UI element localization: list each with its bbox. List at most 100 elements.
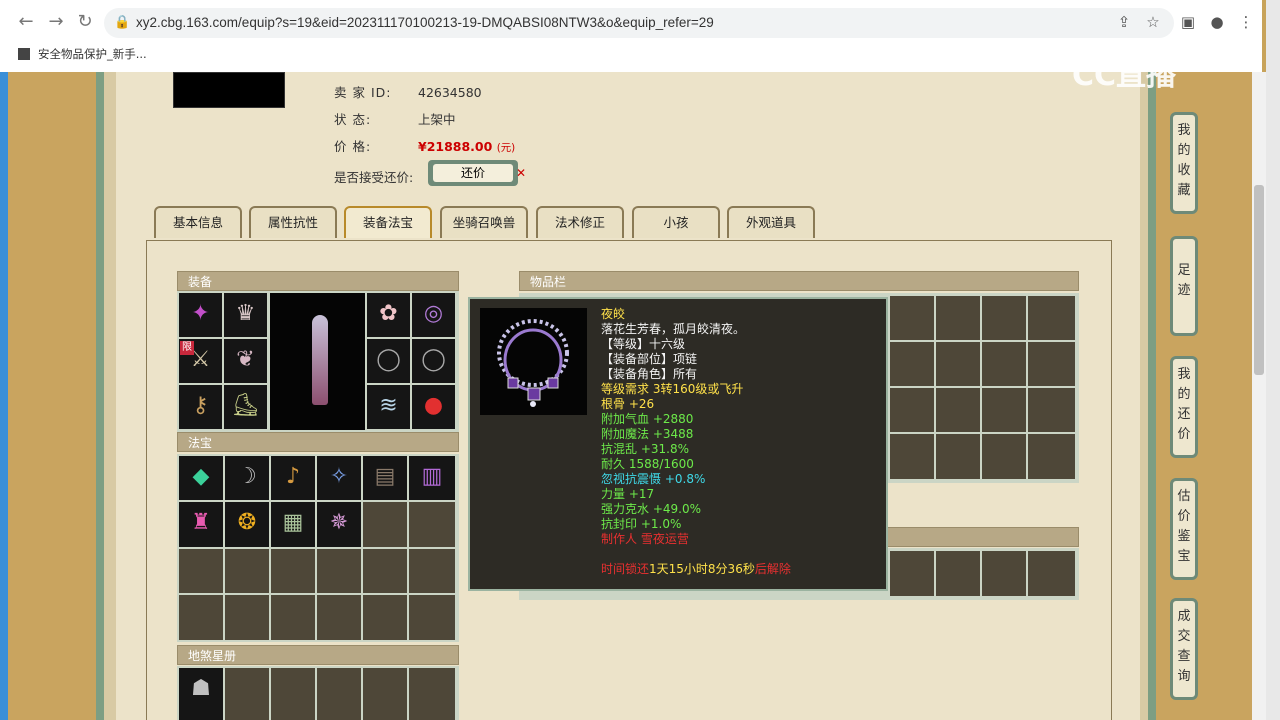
star-book-slot-empty[interactable]: [409, 668, 455, 720]
scrollbar[interactable]: [1252, 72, 1266, 720]
sidebar-label: 成交查询: [1177, 609, 1191, 684]
inventory-slot[interactable]: [936, 296, 980, 340]
status-label: 状 态:: [334, 112, 372, 127]
equip-slot-helmet[interactable]: ✦: [179, 293, 222, 337]
item-desc: 落花生芳春，孤月皎清夜。: [601, 322, 746, 336]
tab-appearance[interactable]: 外观道具: [727, 206, 815, 238]
fabao-slot-empty[interactable]: [317, 549, 361, 593]
fabao-slot-empty[interactable]: [179, 595, 223, 640]
star-book-slot-empty[interactable]: [317, 668, 361, 720]
inventory-slot[interactable]: [1028, 551, 1075, 596]
fabao-slot-7[interactable]: ♜: [179, 502, 223, 547]
fabao-header: 法宝: [177, 432, 459, 452]
equip-slot-necklace[interactable]: ◎: [412, 293, 455, 337]
star-book-slot-1[interactable]: ☗: [179, 668, 223, 720]
fabao-slot-4[interactable]: ✧: [317, 456, 361, 500]
inventory-slot[interactable]: [982, 551, 1026, 596]
scrollbar-thumb[interactable]: [1254, 185, 1264, 375]
inventory-slot[interactable]: [1028, 434, 1075, 479]
star-book-slot-empty[interactable]: [271, 668, 315, 720]
address-bar[interactable]: 🔒 xy2.cbg.163.com/equip?s=19&eid=2023111…: [104, 8, 1174, 38]
fabao-slot-empty[interactable]: [409, 502, 455, 547]
item-maker: 制作人 雪夜运营: [601, 532, 689, 546]
tab-child[interactable]: 小孩: [632, 206, 720, 238]
fabao-slot-empty[interactable]: [363, 595, 407, 640]
star-book-slot-empty[interactable]: [225, 668, 269, 720]
inventory-slot[interactable]: [982, 434, 1026, 479]
inventory-slot[interactable]: [890, 296, 934, 340]
tab-equipment[interactable]: 装备法宝: [344, 206, 432, 238]
profile-icon[interactable]: ●: [1207, 12, 1227, 32]
share-icon[interactable]: ⇪: [1114, 12, 1134, 32]
tab-basic-info[interactable]: 基本信息: [154, 206, 242, 238]
fabao-slot-empty[interactable]: [317, 595, 361, 640]
fabao-slot-empty[interactable]: [225, 549, 269, 593]
equip-slot-hat[interactable]: ♛: [224, 293, 267, 337]
star-book-header: 地煞星册: [177, 645, 459, 665]
back-icon[interactable]: ←: [16, 12, 36, 32]
inventory-slot[interactable]: [1028, 296, 1075, 340]
equip-slot-boots[interactable]: ⛸: [224, 385, 267, 429]
fabao-slot-5[interactable]: ▤: [363, 456, 407, 500]
fabao-slot-empty[interactable]: [179, 549, 223, 593]
equip-slot-orb[interactable]: ●: [412, 385, 455, 429]
time-prefix: 时间锁还: [601, 562, 650, 576]
fabao-slot-empty[interactable]: [409, 595, 455, 640]
sidebar-deal-query[interactable]: 成交查询: [1170, 598, 1198, 700]
inventory-slot[interactable]: [890, 434, 934, 479]
reload-icon[interactable]: ↻: [75, 12, 95, 32]
inventory-slot[interactable]: [936, 388, 980, 432]
inventory-slot[interactable]: [936, 342, 980, 386]
bookmark-item[interactable]: 安全物品保护_新手...: [18, 44, 147, 64]
equip-slot-dragon[interactable]: ≋: [367, 385, 410, 429]
menu-icon[interactable]: ⋮: [1236, 12, 1256, 32]
counter-offer-button[interactable]: 还价: [428, 160, 518, 186]
tab-attributes[interactable]: 属性抗性: [249, 206, 337, 238]
equip-slot-armor[interactable]: ❦: [224, 339, 267, 383]
inventory-slot[interactable]: [890, 388, 934, 432]
sidebar-my-offers[interactable]: 我的还价: [1170, 356, 1198, 458]
item-stat: 根骨 +26: [601, 397, 655, 411]
fabao-slot-empty[interactable]: [271, 549, 315, 593]
sidepanel-icon[interactable]: ▣: [1178, 12, 1198, 32]
inventory-header: 物品栏: [519, 271, 1079, 291]
fabao-slot-empty[interactable]: [225, 595, 269, 640]
fabao-slot-empty[interactable]: [363, 502, 407, 547]
equip-slot-ring-2[interactable]: ◯: [412, 339, 455, 383]
equip-slot-ring-1[interactable]: ◯: [367, 339, 410, 383]
inventory-slot[interactable]: [890, 342, 934, 386]
fabao-slot-2[interactable]: ☽: [225, 456, 269, 500]
inventory-slot[interactable]: [936, 551, 980, 596]
inventory-slot[interactable]: [1028, 342, 1075, 386]
fabao-slot-9[interactable]: ▦: [271, 502, 315, 547]
inventory-slot[interactable]: [982, 342, 1026, 386]
equip-slot-flower[interactable]: ✿: [367, 293, 410, 337]
url-text[interactable]: xy2.cbg.163.com/equip?s=19&eid=202311170…: [136, 15, 714, 30]
inventory-slot[interactable]: [936, 434, 980, 479]
inventory-slot[interactable]: [890, 551, 934, 596]
item-stat: 附加气血 +2880: [601, 412, 694, 426]
tab-mounts-pets[interactable]: 坐骑召唤兽: [440, 206, 528, 238]
forward-icon[interactable]: →: [46, 12, 66, 32]
fabao-slot-empty[interactable]: [271, 595, 315, 640]
fabao-slot-6[interactable]: ▥: [409, 456, 455, 500]
inventory-slot[interactable]: [1028, 388, 1075, 432]
star-icon[interactable]: ☆: [1143, 12, 1163, 32]
fabao-slot-3[interactable]: ♪: [271, 456, 315, 500]
fabao-slot-8[interactable]: ❂: [225, 502, 269, 547]
tab-spell-mods[interactable]: 法术修正: [536, 206, 624, 238]
inventory-slot[interactable]: [982, 388, 1026, 432]
counter-offer-label: 还价: [433, 164, 513, 182]
equip-slot-accessory[interactable]: ⚷: [179, 385, 222, 429]
star-book-slot-empty[interactable]: [363, 668, 407, 720]
fabao-slot-1[interactable]: ◆: [179, 456, 223, 500]
inventory-slot[interactable]: [982, 296, 1026, 340]
fabao-slot-empty[interactable]: [409, 549, 455, 593]
seller-id: 42634580: [418, 85, 482, 100]
sidebar-favorites[interactable]: 我的收藏: [1170, 112, 1198, 214]
sidebar-appraise[interactable]: 估价鉴宝: [1170, 478, 1198, 580]
bookmark-label: 安全物品保护_新手...: [38, 47, 147, 61]
sidebar-history[interactable]: 足迹: [1170, 236, 1198, 336]
fabao-slot-10[interactable]: ✵: [317, 502, 361, 547]
fabao-slot-empty[interactable]: [363, 549, 407, 593]
